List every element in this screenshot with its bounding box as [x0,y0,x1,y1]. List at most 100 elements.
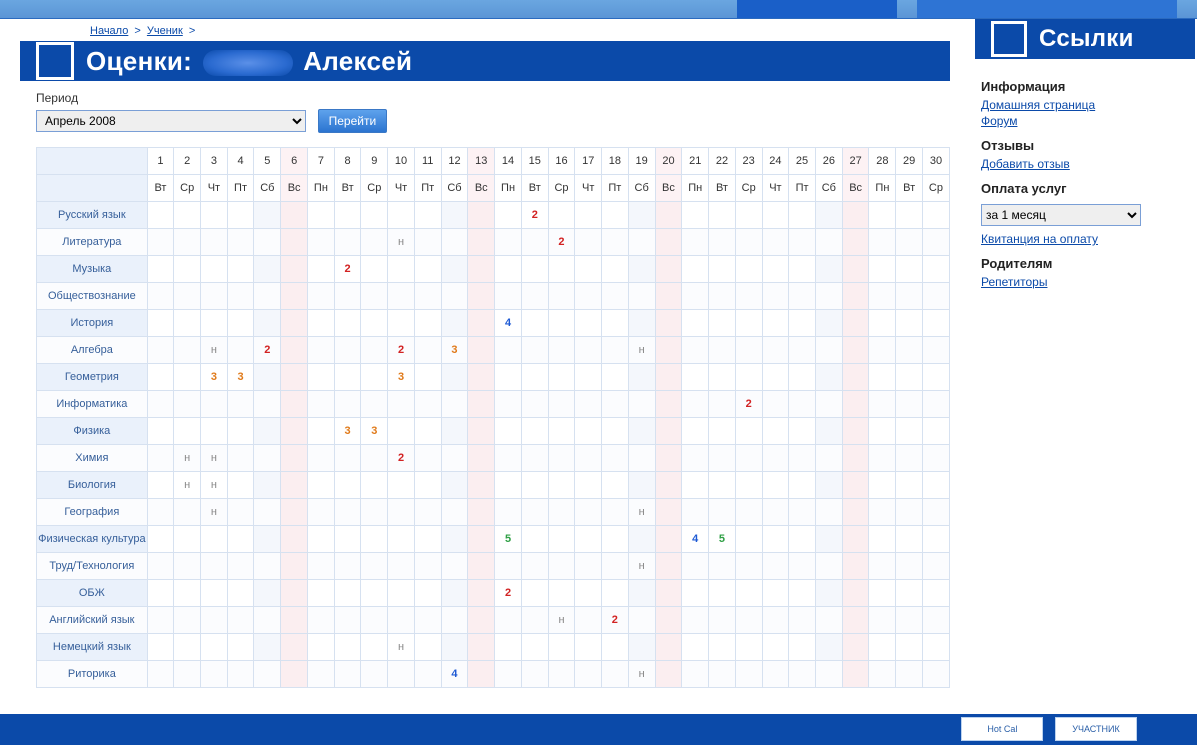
grade-cell [201,310,228,337]
grade-cell [521,256,548,283]
grade-cell [334,445,361,472]
grade-cell [709,445,736,472]
breadcrumb: Начало > Ученик > [0,19,950,41]
grade-cell [361,364,388,391]
grade-cell [709,607,736,634]
link-forum[interactable]: Форум [981,114,1189,128]
grade-cell [521,364,548,391]
grade-cell: 2 [602,607,629,634]
grade-cell [521,391,548,418]
grade-cell [361,202,388,229]
grade-cell [869,661,896,688]
grade-cell [842,256,869,283]
grade-cell [815,418,842,445]
grade-cell [548,391,575,418]
dow-header: Ср [735,175,762,202]
day-header: 23 [735,148,762,175]
grade-cell: н [548,607,575,634]
grade-cell [281,580,308,607]
grade-cell [147,445,174,472]
grade-cell: 2 [521,202,548,229]
grade-cell [655,364,682,391]
subject-name: Литература [37,229,148,256]
grade-cell [147,607,174,634]
grade-cell: н [201,472,228,499]
dow-header: Чт [201,175,228,202]
table-row: Литературан2 [37,229,950,256]
grade-cell [896,229,923,256]
grade-cell [307,607,334,634]
subject-name: Геометрия [37,364,148,391]
day-header: 11 [414,148,441,175]
grade-cell [548,445,575,472]
dow-header: Чт [762,175,789,202]
grade-cell: 2 [254,337,281,364]
header-accent-1 [737,0,897,18]
grade-cell [922,661,949,688]
grade-cell [254,310,281,337]
grade-cell [388,526,415,553]
grade-cell [682,445,709,472]
day-header: 27 [842,148,869,175]
grade-cell: 3 [334,418,361,445]
grade-cell [254,229,281,256]
grade-cell [468,391,495,418]
grade-cell [842,364,869,391]
grade-cell [922,202,949,229]
period-select[interactable]: Апрель 2008 [36,110,306,132]
grade-cell [334,553,361,580]
grade-cell [789,202,816,229]
grade-cell [735,418,762,445]
grade-cell [682,634,709,661]
grade-cell [682,229,709,256]
grade-cell [682,472,709,499]
grade-cell [815,445,842,472]
grade-cell [575,229,602,256]
grade-cell [281,553,308,580]
grade-cell [468,499,495,526]
grade-cell [869,472,896,499]
pay-period-select[interactable]: за 1 месяц [981,204,1141,226]
grade-cell [307,661,334,688]
grade-cell [174,391,201,418]
grade-cell [147,310,174,337]
link-add-review[interactable]: Добавить отзыв [981,157,1189,171]
grade-cell [709,391,736,418]
day-header: 21 [682,148,709,175]
link-home-page[interactable]: Домашняя страница [981,98,1189,112]
table-row: Немецкий языкн [37,634,950,661]
grade-cell [842,391,869,418]
grade-cell [548,661,575,688]
grade-cell [307,418,334,445]
grade-cell [602,526,629,553]
grade-cell [548,553,575,580]
grade-cell [521,607,548,634]
link-receipt[interactable]: Квитанция на оплату [981,232,1189,246]
go-button[interactable]: Перейти [318,109,388,133]
link-tutors[interactable]: Репетиторы [981,275,1189,289]
grade-cell [307,202,334,229]
grade-cell [281,607,308,634]
grade-cell [655,202,682,229]
grade-cell [147,283,174,310]
grade-cell [227,661,254,688]
grade-cell [869,553,896,580]
grade-cell [548,526,575,553]
grade-cell [361,391,388,418]
grade-cell [762,310,789,337]
breadcrumb-home[interactable]: Начало [90,25,128,37]
grade-cell [602,580,629,607]
breadcrumb-student[interactable]: Ученик [147,25,183,37]
grade-cell [281,526,308,553]
grade-cell [227,391,254,418]
grade-cell [869,391,896,418]
day-header: 9 [361,148,388,175]
grade-cell [789,337,816,364]
table-row: Географиянн [37,499,950,526]
subject-name: Химия [37,445,148,472]
grade-cell [495,364,522,391]
table-row: Биологиянн [37,472,950,499]
grade-cell [682,310,709,337]
grade-cell [682,337,709,364]
table-row: История4 [37,310,950,337]
